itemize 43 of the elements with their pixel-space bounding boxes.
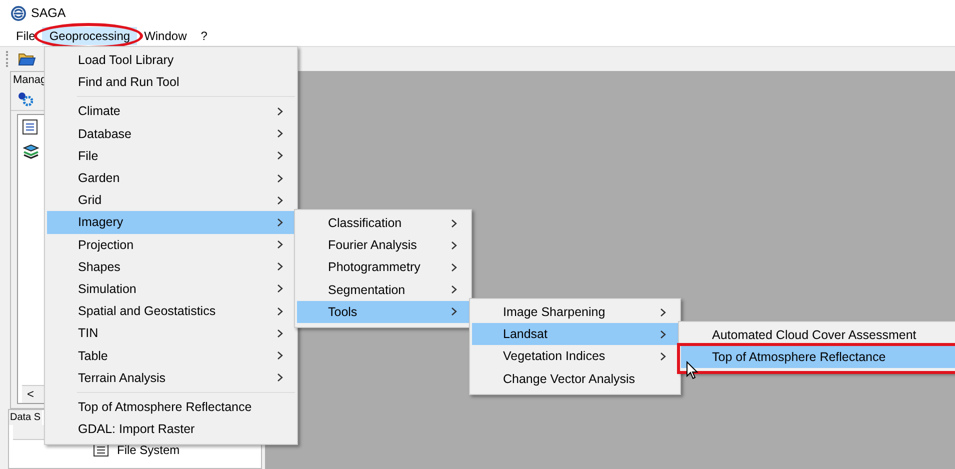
menu-item[interactable]: Simulation <box>47 278 295 300</box>
menu-item[interactable]: Shapes <box>47 256 295 278</box>
panel-title: Data S <box>9 410 42 425</box>
menu-item[interactable]: Terrain Analysis <box>47 366 295 389</box>
tree-item[interactable]: File System <box>117 443 180 457</box>
mouse-pointer-icon <box>686 361 698 380</box>
scroll-left-button[interactable]: < <box>22 386 39 403</box>
menu-item[interactable]: Spatial and Geostatistics <box>47 300 295 322</box>
menu-item[interactable]: Change Vector Analysis <box>472 368 678 390</box>
menu-item[interactable]: Top of Atmosphere Reflectance <box>47 396 295 418</box>
menu-item[interactable]: Table <box>47 344 295 367</box>
folder-icon[interactable] <box>18 51 36 67</box>
menu-item[interactable]: Image Sharpening <box>472 301 678 324</box>
menu-item[interactable]: Climate <box>47 100 295 123</box>
menu-item[interactable]: Load Tool Library <box>47 49 295 72</box>
menu-item[interactable]: Classification <box>297 212 469 234</box>
menu-bar-item[interactable]: ? <box>194 27 214 45</box>
menu-item[interactable]: Grid <box>47 189 295 212</box>
list-icon <box>93 443 109 457</box>
menu-item[interactable]: Database <box>47 122 295 145</box>
menu-item[interactable]: Projection <box>47 234 295 256</box>
menu-item[interactable]: Imagery <box>47 211 295 234</box>
window-title: SAGA <box>31 6 66 20</box>
menu-item[interactable]: Garden <box>47 166 295 190</box>
menu-item[interactable]: Automated Cloud Cover Assessment <box>681 324 955 346</box>
menu-item[interactable]: Find and Run Tool <box>47 71 295 94</box>
menu-item[interactable]: File <box>47 144 295 167</box>
menu-item[interactable]: GDAL: Import Raster <box>47 418 295 440</box>
menu-bar-item[interactable]: File <box>9 27 42 45</box>
menu-bar-item[interactable]: Window <box>137 27 194 45</box>
menu-item[interactable]: Segmentation <box>297 278 469 301</box>
menu-item[interactable]: Vegetation Indices <box>472 345 678 368</box>
menu-item[interactable]: TIN <box>47 322 295 344</box>
menu-item[interactable]: Landsat <box>472 323 678 346</box>
menu-bar-item[interactable]: Geoprocessing <box>42 27 138 45</box>
list-icon[interactable] <box>22 119 38 135</box>
menu-item[interactable]: Tools <box>297 300 469 323</box>
menu-item[interactable]: Photogrammetry <box>297 256 469 279</box>
gears-icon[interactable] <box>17 91 33 107</box>
menu-item[interactable]: Fourier Analysis <box>297 234 469 256</box>
menu-item[interactable]: Top of Atmosphere Reflectance <box>681 346 955 368</box>
app-logo-icon <box>11 6 26 20</box>
layers-icon[interactable] <box>22 143 40 161</box>
